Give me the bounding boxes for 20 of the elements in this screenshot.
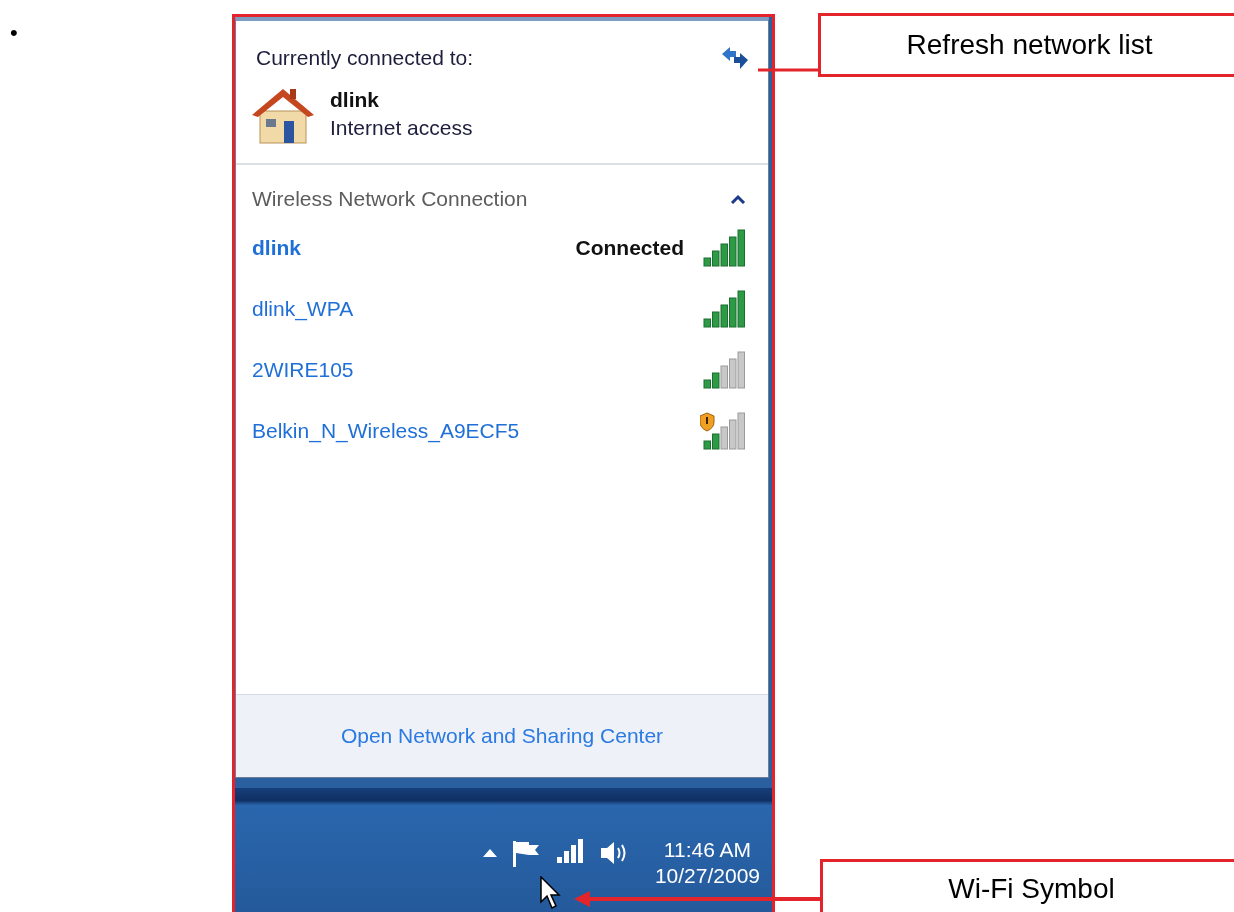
- callout-label: Wi-Fi Symbol: [948, 873, 1115, 905]
- connection-status: Connected: [575, 235, 684, 260]
- network-center-link[interactable]: Open Network and Sharing Center: [340, 724, 664, 748]
- mouse-cursor-icon: [540, 876, 562, 910]
- flag-icon[interactable]: [510, 839, 541, 867]
- network-link[interactable]: dlink_WPA: [252, 296, 354, 321]
- refresh-icon[interactable]: [720, 45, 750, 71]
- network-link[interactable]: Belkin_N_Wireless_A9ECF5: [252, 418, 520, 443]
- up-arrow-icon[interactable]: [482, 849, 497, 857]
- network-link[interactable]: 2WIRE105: [252, 357, 354, 382]
- callout-label: Refresh network list: [906, 29, 1153, 61]
- header-text: Currently connected to:: [256, 46, 474, 70]
- current-network-name: dlink: [330, 88, 380, 112]
- access-status: Internet access: [330, 116, 473, 140]
- bullet-point: •: [10, 20, 19, 46]
- network-link[interactable]: dlink: [252, 235, 301, 260]
- clock-date: 10/27/2009: [654, 864, 760, 888]
- section-title: Wireless Network Connection: [252, 187, 528, 211]
- chevron-icon[interactable]: [730, 194, 746, 204]
- clock-time: 11:46 AM: [663, 838, 752, 862]
